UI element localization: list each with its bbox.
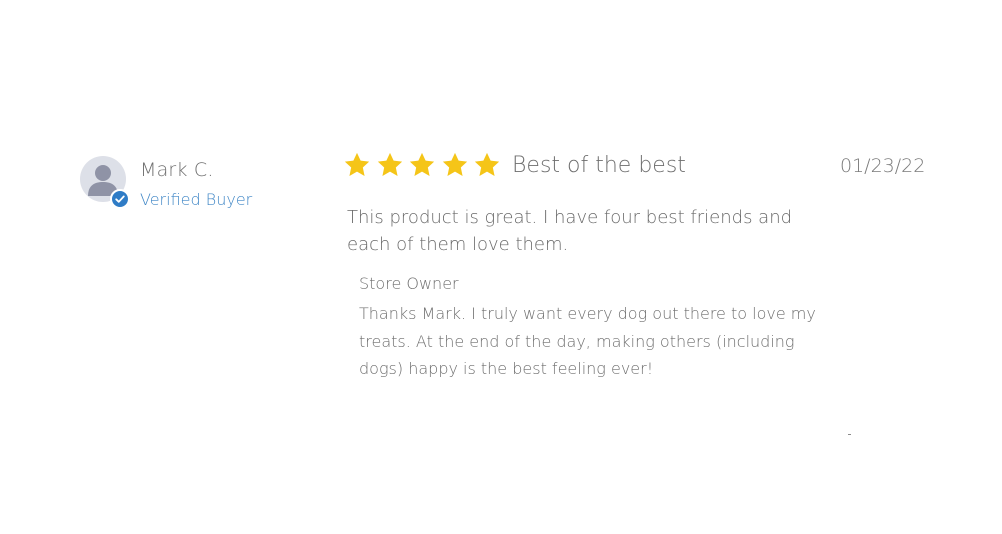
author-avatar-wrap	[80, 156, 130, 209]
verified-buyer-label: Verified Buyer	[140, 190, 253, 209]
review-body: This product is great. I have four best …	[347, 207, 793, 255]
checkmark-icon	[115, 195, 125, 203]
reply-author: Store Owner	[359, 274, 459, 293]
star-icon	[442, 152, 467, 176]
divider-fragment	[848, 434, 851, 435]
author-name: Mark C.	[140, 159, 214, 181]
review-card: Mark C. Verified Buyer Best of the best …	[0, 0, 1002, 534]
star-icon	[409, 152, 435, 176]
star-icon	[474, 152, 500, 176]
review-date: 01/23/22	[840, 155, 926, 177]
review-title: Best of the best	[512, 153, 686, 178]
store-reply: Store Owner Thanks Mark. I truly want ev…	[359, 272, 819, 383]
star-icon	[344, 152, 370, 176]
reply-text: Thanks Mark. I truly want every dog out …	[359, 304, 816, 378]
star-rating	[343, 150, 506, 180]
star-icon	[377, 152, 402, 176]
verified-badge	[110, 189, 130, 209]
